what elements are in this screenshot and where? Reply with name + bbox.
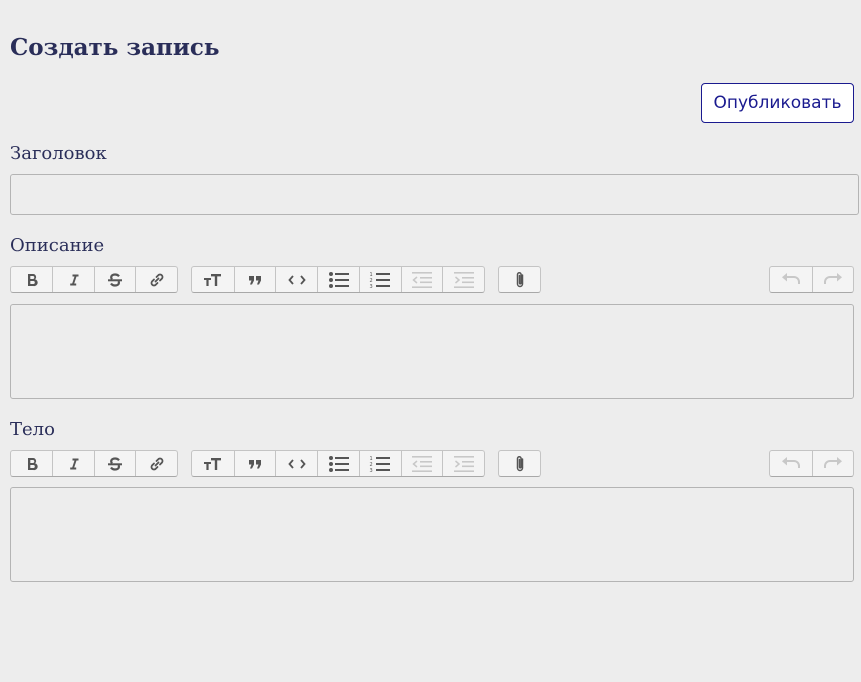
undo-button[interactable] <box>770 267 812 292</box>
code-button[interactable] <box>275 451 317 476</box>
quote-button[interactable] <box>233 267 276 292</box>
undo-icon <box>781 272 800 284</box>
attach-file-icon <box>516 271 523 287</box>
undo-button[interactable] <box>770 451 812 476</box>
increase-indent-button[interactable] <box>442 267 484 292</box>
page-title: Создать запись <box>10 34 220 61</box>
numbered-list-icon: 123 <box>370 272 391 289</box>
bullet-list-icon <box>328 455 349 472</box>
italic-icon <box>69 274 79 285</box>
bold-icon <box>27 457 38 470</box>
italic-button[interactable] <box>52 451 94 476</box>
description-editor[interactable] <box>10 304 854 399</box>
strikethrough-button[interactable] <box>93 451 136 476</box>
increase-indent-button[interactable] <box>442 451 484 476</box>
decrease-indent-icon <box>411 271 432 288</box>
description-editor-toolbar: 123 <box>10 266 854 294</box>
strikethrough-icon <box>108 272 123 287</box>
undo-icon <box>781 456 800 468</box>
link-button[interactable] <box>135 267 177 292</box>
bold-button[interactable] <box>11 267 52 292</box>
heading-icon <box>203 273 221 286</box>
code-icon <box>288 274 306 285</box>
attach-file-icon <box>516 455 523 471</box>
italic-icon <box>69 458 79 469</box>
heading-button[interactable] <box>192 451 234 476</box>
body-editor[interactable] <box>10 487 854 582</box>
link-icon <box>150 273 164 286</box>
increase-indent-icon <box>453 455 474 472</box>
redo-button[interactable] <box>811 451 854 476</box>
svg-text:3: 3 <box>370 468 373 473</box>
bold-icon <box>27 273 38 286</box>
decrease-indent-icon <box>411 455 432 472</box>
bullet-list-icon <box>328 271 349 288</box>
file-tools-group <box>498 266 541 293</box>
title-input[interactable] <box>10 174 859 215</box>
quote-icon <box>249 275 262 284</box>
attach-file-button[interactable] <box>499 451 540 476</box>
history-tools-group <box>769 266 854 293</box>
heading-button[interactable] <box>192 267 234 292</box>
block-formatting-group: 123 <box>191 266 485 293</box>
redo-button[interactable] <box>811 267 854 292</box>
code-icon <box>288 458 306 469</box>
block-formatting-group: 123 <box>191 450 485 477</box>
decrease-indent-button[interactable] <box>400 267 443 292</box>
title-field-label: Заголовок <box>10 143 107 164</box>
numbered-list-button[interactable]: 123 <box>358 451 401 476</box>
publish-button[interactable]: Опубликовать <box>701 83 854 123</box>
bold-button[interactable] <box>11 451 52 476</box>
svg-text:3: 3 <box>370 284 373 289</box>
attach-file-button[interactable] <box>499 267 540 292</box>
numbered-list-icon: 123 <box>370 456 391 473</box>
quote-icon <box>249 459 262 468</box>
link-button[interactable] <box>135 451 177 476</box>
quote-button[interactable] <box>233 451 276 476</box>
redo-icon <box>823 272 842 284</box>
heading-icon <box>203 457 221 470</box>
link-icon <box>150 457 164 470</box>
text-formatting-group <box>10 266 178 293</box>
italic-button[interactable] <box>52 267 94 292</box>
increase-indent-icon <box>453 271 474 288</box>
code-button[interactable] <box>275 267 317 292</box>
text-formatting-group <box>10 450 178 477</box>
body-editor-toolbar: 123 <box>10 450 854 478</box>
strikethrough-button[interactable] <box>93 267 136 292</box>
bullet-list-button[interactable] <box>317 267 359 292</box>
strikethrough-icon <box>108 456 123 471</box>
decrease-indent-button[interactable] <box>400 451 443 476</box>
body-field-label: Тело <box>10 419 55 440</box>
description-field-label: Описание <box>10 235 105 256</box>
file-tools-group <box>498 450 541 477</box>
bullet-list-button[interactable] <box>317 451 359 476</box>
redo-icon <box>823 456 842 468</box>
numbered-list-button[interactable]: 123 <box>358 267 401 292</box>
history-tools-group <box>769 450 854 477</box>
